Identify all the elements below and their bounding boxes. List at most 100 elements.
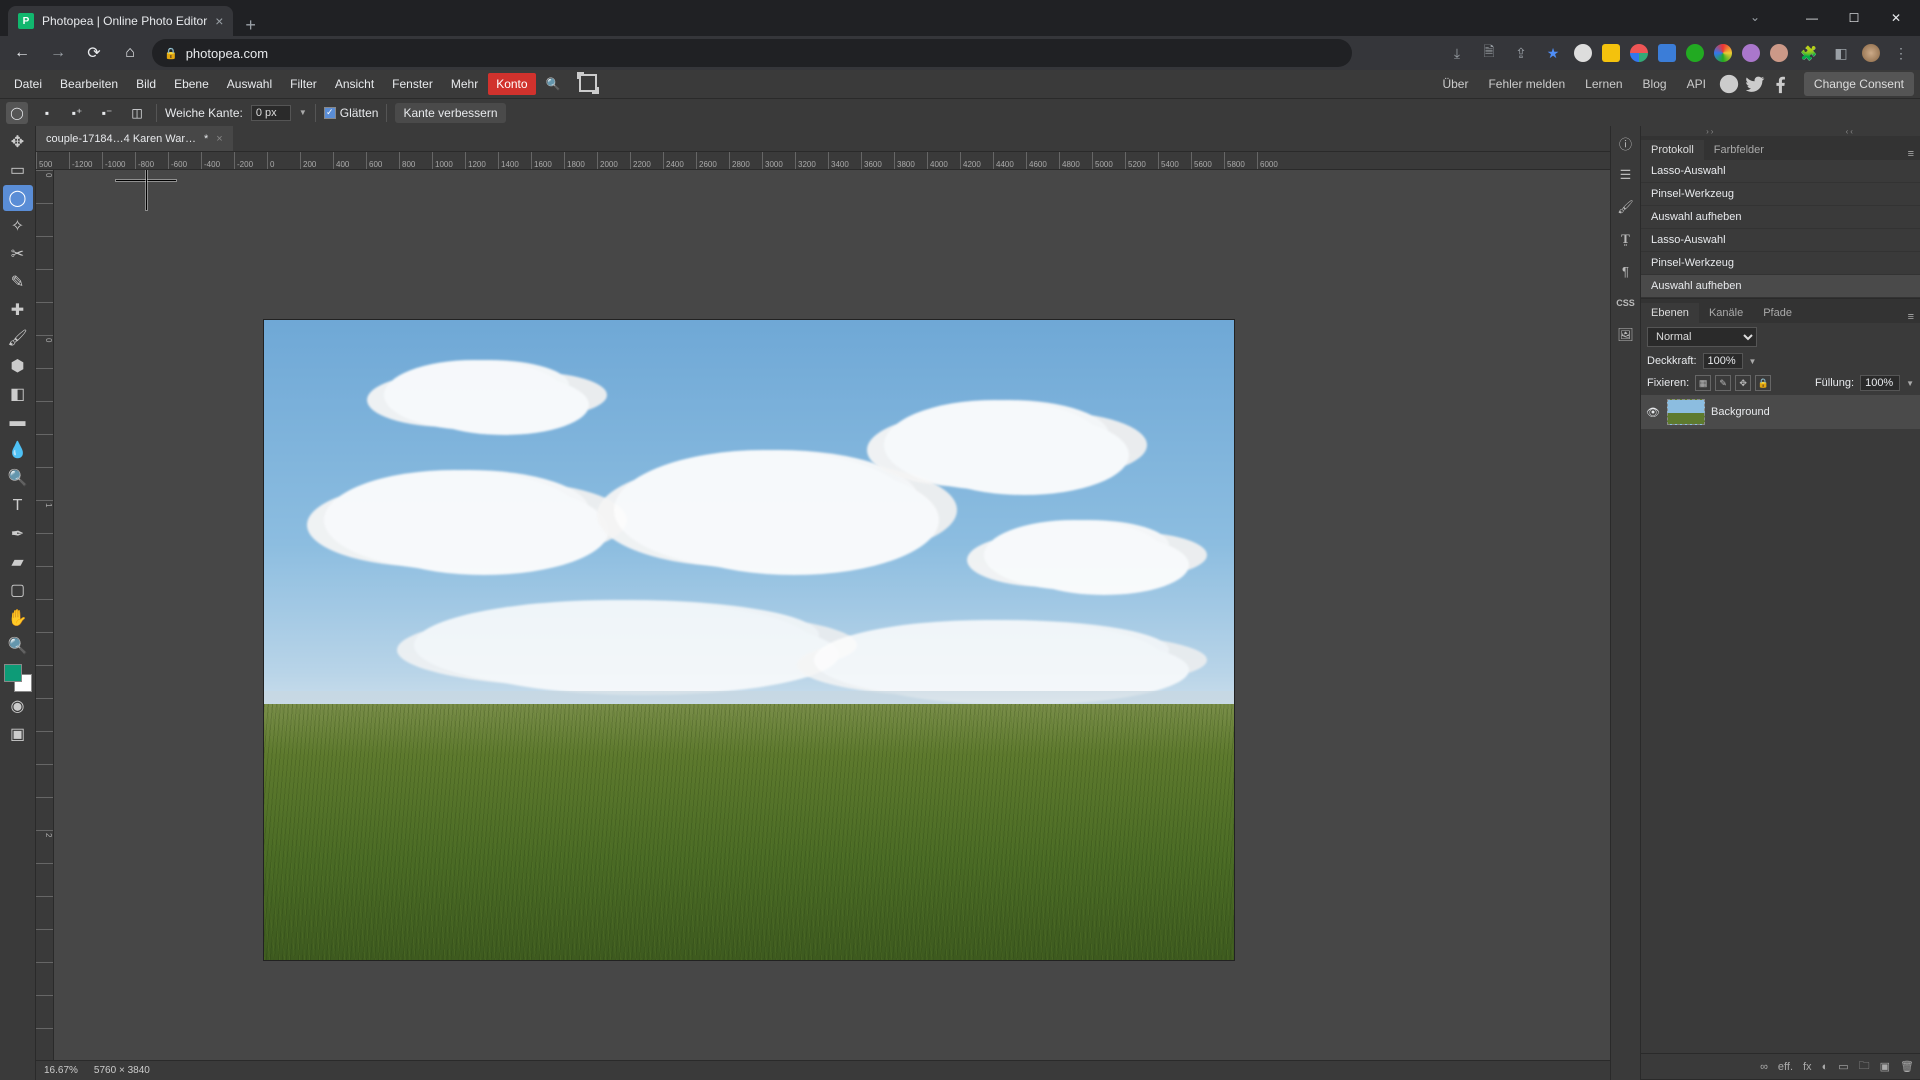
extension-icon[interactable]	[1686, 44, 1704, 62]
layer-effects-icon[interactable]: eff.	[1778, 1061, 1793, 1073]
layer-mask-icon[interactable]: ◐	[1822, 1061, 1829, 1073]
menu-ebene[interactable]: Ebene	[166, 73, 217, 95]
window-close-button[interactable]: ✕	[1876, 4, 1916, 32]
menu-bearbeiten[interactable]: Bearbeiten	[52, 73, 126, 95]
sidepanel-icon[interactable]: ◧	[1830, 42, 1852, 64]
browser-tab[interactable]: P Photopea | Online Photo Editor ×	[8, 6, 233, 36]
install-app-icon[interactable]: ⤓	[1446, 42, 1468, 64]
eyedropper-tool[interactable]: ✎	[3, 269, 33, 295]
extension-icon[interactable]	[1602, 44, 1620, 62]
link-uber[interactable]: Über	[1434, 73, 1476, 95]
panel-menu-icon[interactable]: ≡	[1902, 148, 1920, 160]
link-lernen[interactable]: Lernen	[1577, 73, 1630, 95]
selection-intersect-icon[interactable]: ◫	[126, 102, 148, 124]
canvas-stage[interactable]	[54, 170, 1610, 1060]
lasso-freehand-icon[interactable]: ◯	[6, 102, 28, 124]
info-panel-icon[interactable]: ⓘ	[1615, 132, 1637, 154]
adjustment-layer-icon[interactable]: ▭	[1838, 1060, 1848, 1073]
menubar-search-icon[interactable]: 🔍	[538, 73, 569, 95]
menu-auswahl[interactable]: Auswahl	[219, 73, 280, 95]
lock-pixels-icon[interactable]: ▦	[1695, 375, 1711, 391]
window-minimize-button[interactable]: —	[1792, 4, 1832, 32]
path-select-tool[interactable]: ▰	[3, 549, 33, 575]
menu-fenster[interactable]: Fenster	[384, 73, 441, 95]
twitter-icon[interactable]	[1744, 73, 1766, 95]
brush-panel-icon[interactable]: 🖌	[1615, 196, 1637, 218]
color-swatches[interactable]	[4, 664, 32, 692]
link-blog[interactable]: Blog	[1635, 73, 1675, 95]
stamp-tool[interactable]: ⬢	[3, 353, 33, 379]
history-item[interactable]: Auswahl aufheben	[1641, 206, 1920, 229]
shape-tool[interactable]: ▢	[3, 577, 33, 603]
history-item[interactable]: Auswahl aufheben	[1641, 275, 1920, 298]
opacity-value[interactable]: 100%	[1703, 353, 1743, 369]
layer-name[interactable]: Background	[1711, 406, 1770, 418]
layer-group-icon[interactable]: 🗀	[1859, 1057, 1870, 1076]
refine-edge-button[interactable]: Kante verbessern	[395, 103, 505, 123]
menu-filter[interactable]: Filter	[282, 73, 325, 95]
link-layers-icon[interactable]: ∞	[1760, 1061, 1768, 1073]
type-tool[interactable]: T	[3, 493, 33, 519]
feather-input[interactable]: 0 px	[251, 105, 291, 121]
link-api[interactable]: API	[1679, 73, 1714, 95]
pen-tool[interactable]: ✒	[3, 521, 33, 547]
extension-icon[interactable]	[1658, 44, 1676, 62]
selection-add-icon[interactable]: ▪⁺	[66, 102, 88, 124]
delete-layer-icon[interactable]: 🗑	[1900, 1060, 1914, 1073]
gradient-tool[interactable]: ▬	[3, 409, 33, 435]
menu-konto[interactable]: Konto	[488, 73, 535, 95]
zoom-level[interactable]: 16.67%	[44, 1065, 78, 1076]
menubar-fullscreen-icon[interactable]	[571, 70, 605, 99]
opacity-dropdown-icon[interactable]: ▼	[1749, 357, 1757, 366]
quickmask-tool[interactable]: ◉	[3, 693, 33, 719]
history-item[interactable]: Pinsel-Werkzeug	[1641, 183, 1920, 206]
dodge-tool[interactable]: 🔍	[3, 465, 33, 491]
move-tool[interactable]: ✥	[3, 129, 33, 155]
lock-position-icon[interactable]: ✥	[1735, 375, 1751, 391]
eraser-tool[interactable]: ◧	[3, 381, 33, 407]
new-layer-icon[interactable]: ▣	[1880, 1060, 1890, 1073]
crop-tool[interactable]: ✂	[3, 241, 33, 267]
nav-forward-button[interactable]: →	[44, 39, 72, 67]
layer-thumbnail[interactable]	[1667, 399, 1705, 425]
ruler-horizontal[interactable]: 500-1200-1000-800-600-400-20002004006008…	[36, 152, 1610, 170]
bookmark-star-icon[interactable]: ★	[1542, 42, 1564, 64]
character-panel-icon[interactable]: T͈	[1615, 228, 1637, 250]
lock-paint-icon[interactable]: ✎	[1715, 375, 1731, 391]
tab-protokoll[interactable]: Protokoll	[1641, 140, 1704, 160]
blend-mode-select[interactable]: Normal	[1647, 327, 1757, 347]
foreground-color-swatch[interactable]	[4, 664, 22, 682]
history-item[interactable]: Pinsel-Werkzeug	[1641, 252, 1920, 275]
tab-close-icon[interactable]: ×	[215, 13, 223, 29]
marquee-tool[interactable]: ▭	[3, 157, 33, 183]
swatch-panel-icon[interactable]: 🖼	[1615, 324, 1637, 346]
panel-collapse-handles[interactable]: ››‹‹	[1641, 126, 1920, 136]
menu-mehr[interactable]: Mehr	[443, 73, 486, 95]
extension-icon[interactable]	[1574, 44, 1592, 62]
css-panel-icon[interactable]: CSS	[1615, 292, 1637, 314]
layer-row[interactable]: 👁 Background	[1641, 395, 1920, 429]
tab-ebenen[interactable]: Ebenen	[1641, 303, 1699, 323]
screenmode-tool[interactable]: ▣	[3, 721, 33, 747]
selection-subtract-icon[interactable]: ▪⁻	[96, 102, 118, 124]
share-icon[interactable]: ⇪	[1510, 42, 1532, 64]
address-bar[interactable]: 🔒 photopea.com	[152, 39, 1352, 67]
adjustments-panel-icon[interactable]: ☰	[1615, 164, 1637, 186]
menu-datei[interactable]: Datei	[6, 73, 50, 95]
paragraph-panel-icon[interactable]: ¶	[1615, 260, 1637, 282]
tabs-chevron-icon[interactable]: ⌄	[1750, 10, 1760, 24]
wand-tool[interactable]: ✧	[3, 213, 33, 239]
fill-dropdown-icon[interactable]: ▼	[1906, 379, 1914, 388]
reader-icon[interactable]: 🗎	[1478, 42, 1500, 64]
tab-pfade[interactable]: Pfade	[1753, 303, 1802, 323]
browser-menu-icon[interactable]: ⋮	[1890, 42, 1912, 64]
zoom-tool[interactable]: 🔍	[3, 633, 33, 659]
menu-bild[interactable]: Bild	[128, 73, 164, 95]
hand-tool[interactable]: ✋	[3, 605, 33, 631]
nav-back-button[interactable]: ←	[8, 39, 36, 67]
fill-value[interactable]: 100%	[1860, 375, 1900, 391]
selection-new-icon[interactable]: ▪	[36, 102, 58, 124]
antialias-checkbox[interactable]: ✓ Glätten	[324, 106, 379, 120]
nav-reload-button[interactable]: ⟳	[80, 39, 108, 67]
ruler-vertical[interactable]: 001234	[36, 170, 54, 1060]
